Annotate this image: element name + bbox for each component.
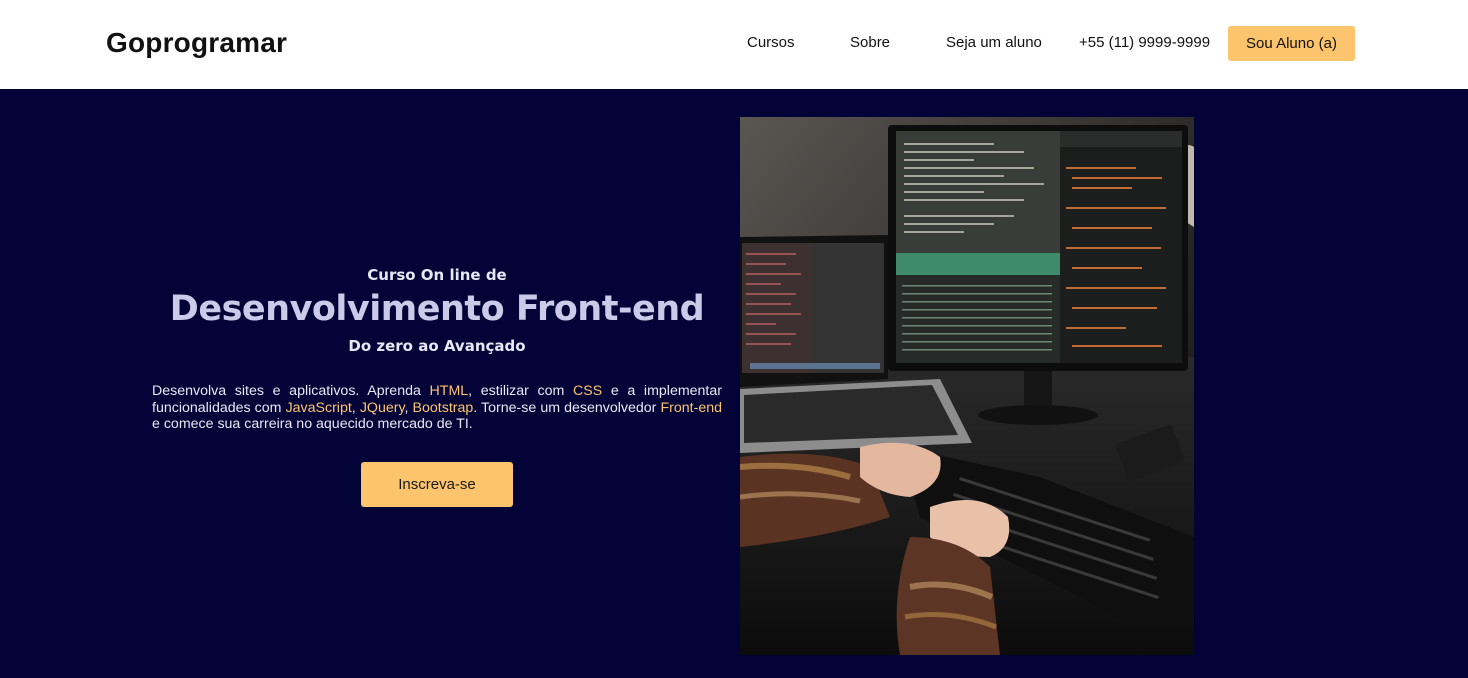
- desc-highlight-javascript: JavaScript: [285, 399, 352, 416]
- hero-photo-programmer: [740, 117, 1194, 655]
- hero-title: Desenvolvimento Front-end: [169, 289, 705, 329]
- nav-link-sobre[interactable]: Sobre: [850, 34, 890, 51]
- desc-highlight-html: HTML: [429, 383, 469, 399]
- nav-link-cursos[interactable]: Cursos: [747, 34, 795, 51]
- nav-link-phone[interactable]: +55 (11) 9999-9999: [1079, 34, 1210, 51]
- hero-description: Desenvolva sites e aplicativos. Aprenda …: [152, 383, 722, 433]
- desc-highlight-css: CSS: [573, 383, 603, 399]
- desc-text: ,: [404, 399, 413, 416]
- desc-text: . Torne-se um desenvolvedor: [473, 399, 661, 416]
- desc-text: ,: [351, 399, 360, 416]
- subscribe-button[interactable]: Inscreva-se: [361, 462, 513, 507]
- desc-text: e comece sua carreira no aquecido mercad…: [152, 416, 473, 432]
- hero-subtitle: Do zero ao Avançado: [348, 337, 526, 355]
- nav-link-seja-aluno[interactable]: Seja um aluno: [946, 34, 1042, 51]
- desc-text: Desenvolva sites e aplicativos. Aprenda: [152, 383, 430, 399]
- desc-text: , estilizar com: [468, 383, 573, 399]
- hero-section: Curso On line de Desenvolvimento Front-e…: [0, 89, 1468, 678]
- student-login-button[interactable]: Sou Aluno (a): [1228, 26, 1355, 61]
- site-header: Goprogramar Cursos Sobre Seja um aluno +…: [0, 0, 1468, 89]
- hero-text: Curso On line de Desenvolvimento Front-e…: [152, 89, 722, 678]
- desc-highlight-frontend: Front-end: [660, 399, 722, 416]
- hero-kicker: Curso On line de: [367, 266, 507, 284]
- desc-highlight-bootstrap: Bootstrap: [412, 399, 474, 416]
- desc-highlight-jquery: JQuery: [359, 399, 405, 416]
- logo[interactable]: Goprogramar: [106, 27, 287, 59]
